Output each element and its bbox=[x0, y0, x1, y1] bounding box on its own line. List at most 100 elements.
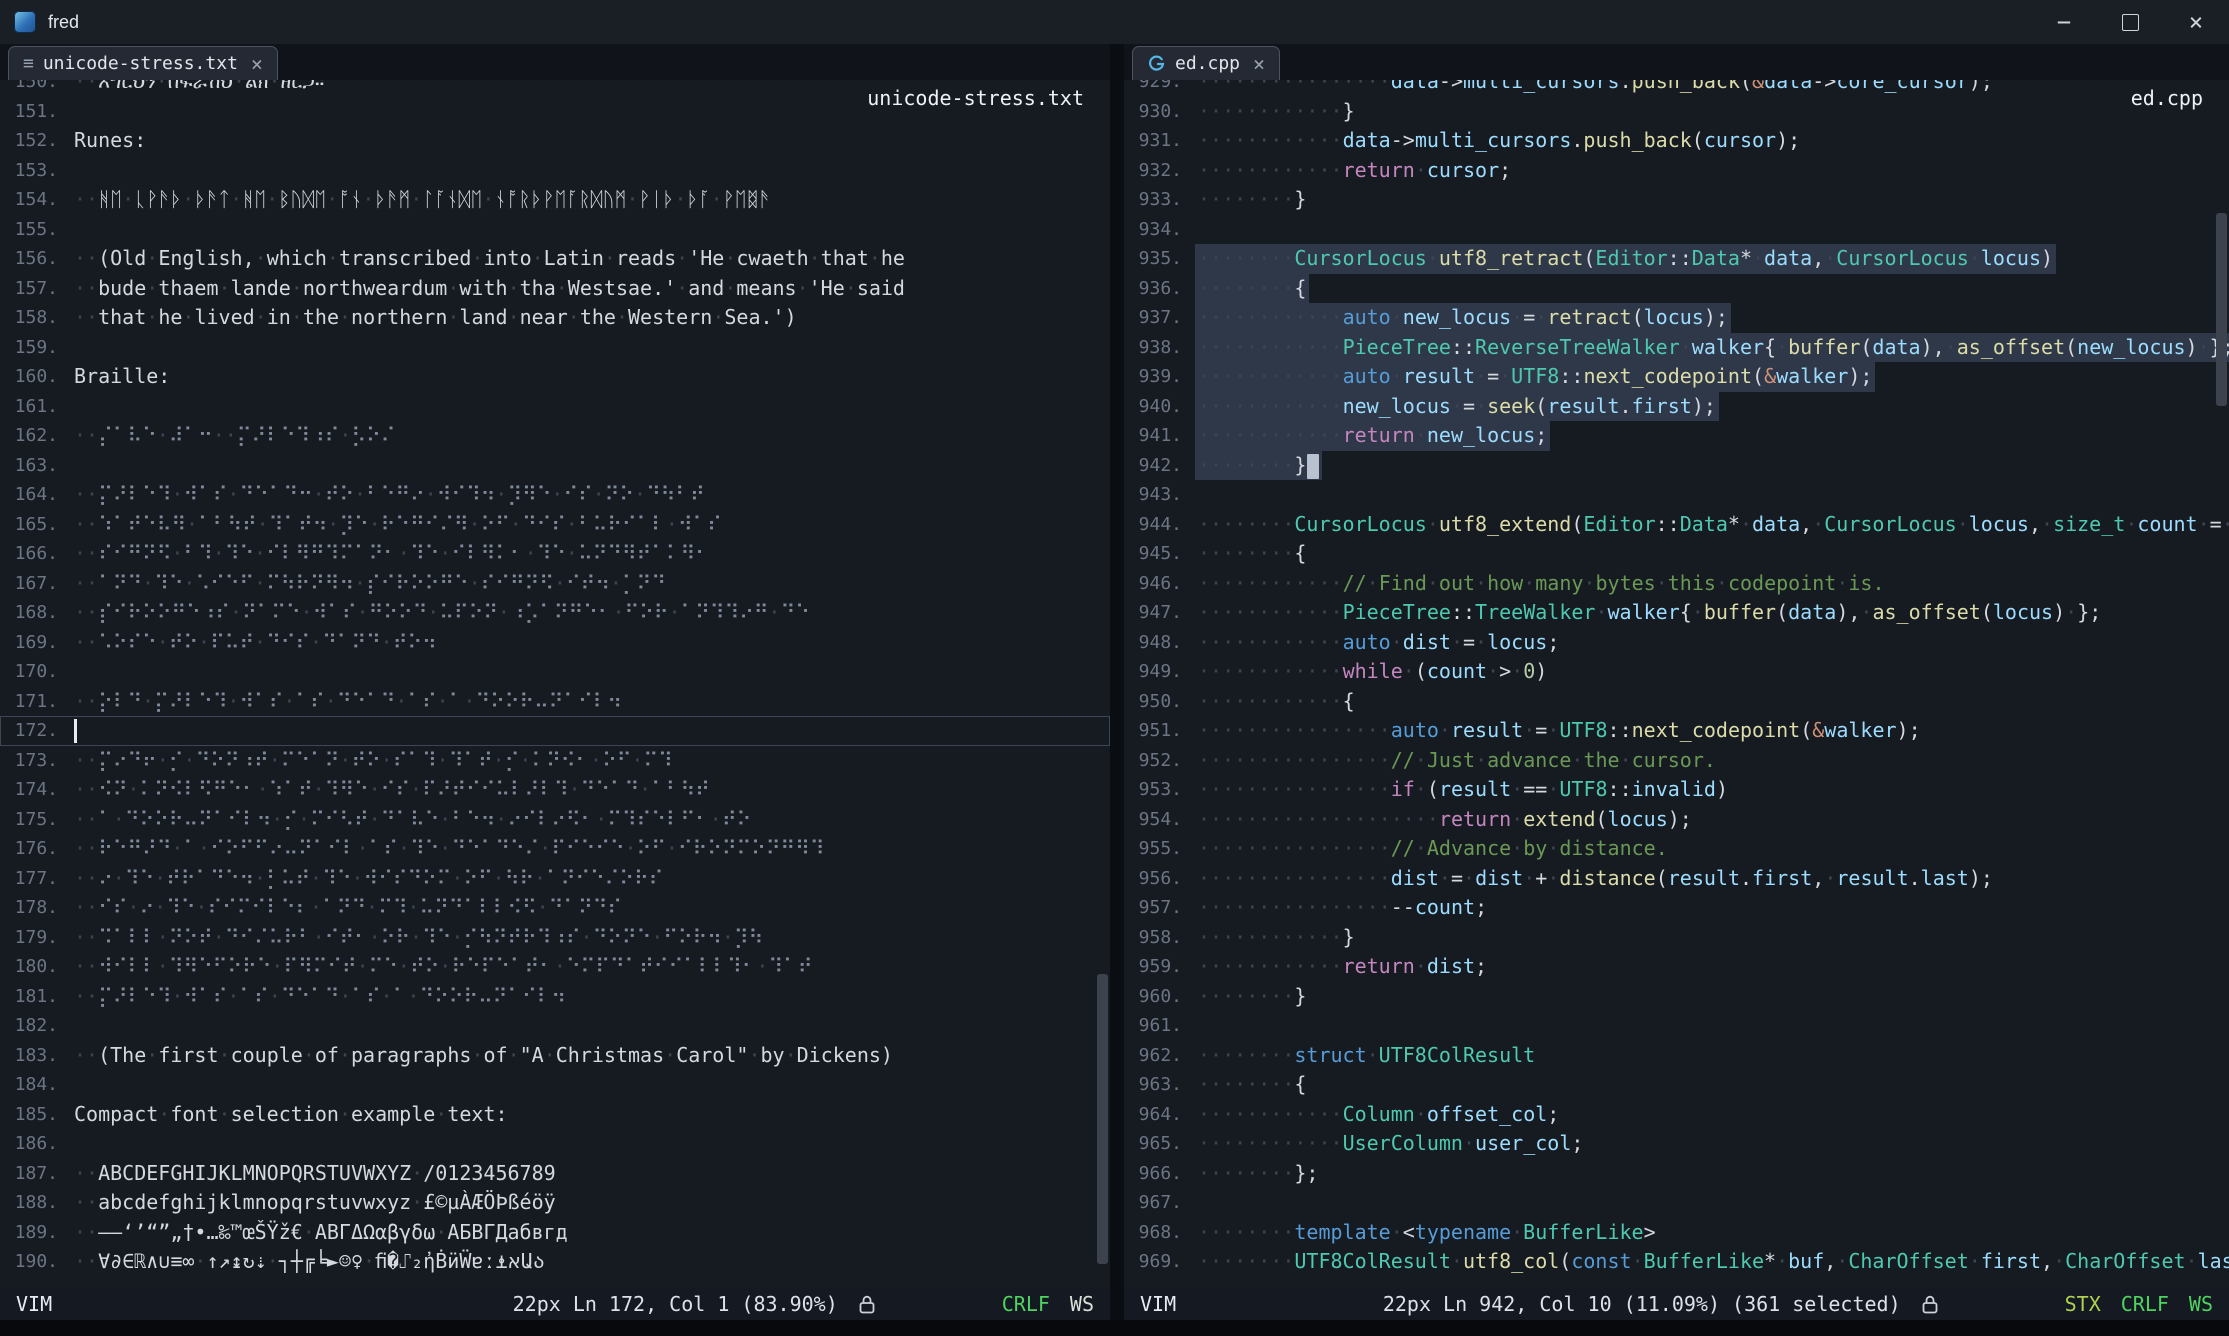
editor-line[interactable]: 160.Braille: bbox=[0, 362, 1110, 392]
line-number[interactable]: 940. bbox=[1124, 392, 1191, 422]
line-number[interactable]: 173. bbox=[0, 746, 67, 776]
line-number[interactable]: 156. bbox=[0, 244, 67, 274]
editor-line[interactable]: 938.············PieceTree::ReverseTreeWa… bbox=[1124, 333, 2229, 363]
line-number[interactable]: 964. bbox=[1124, 1100, 1191, 1130]
editor-line[interactable]: 159. bbox=[0, 333, 1110, 363]
editor-line[interactable]: 157.··bude·thaem·lande·northweardum·with… bbox=[0, 274, 1110, 304]
line-number[interactable]: 946. bbox=[1124, 569, 1191, 599]
editor-line[interactable]: 967. bbox=[1124, 1188, 2229, 1218]
editor-line[interactable]: 964.············Column·offset_col; bbox=[1124, 1100, 2229, 1130]
pane-divider[interactable] bbox=[1110, 44, 1124, 1320]
left-scrollbar-thumb[interactable] bbox=[1097, 974, 1108, 1264]
editor-line[interactable]: 153. bbox=[0, 156, 1110, 186]
line-number[interactable]: 952. bbox=[1124, 746, 1191, 776]
line-number[interactable]: 967. bbox=[1124, 1188, 1191, 1218]
line-number[interactable]: 939. bbox=[1124, 362, 1191, 392]
line-number[interactable]: 951. bbox=[1124, 716, 1191, 746]
editor-line[interactable]: 182. bbox=[0, 1011, 1110, 1041]
line-number[interactable]: 166. bbox=[0, 539, 67, 569]
line-number[interactable]: 969. bbox=[1124, 1247, 1191, 1277]
line-number[interactable]: 929. bbox=[1124, 80, 1191, 97]
editor-line[interactable]: 167.··⠁⠝⠙·⠹⠑·⠡⠊⠑⠋·⠍⠳⠗⠝⠻⠲·⡎⠊⠗⠕⠕⠛⠑·⠎⠊⠛⠝⠫·⠊… bbox=[0, 569, 1110, 599]
line-number[interactable]: 944. bbox=[1124, 510, 1191, 540]
editor-line[interactable]: 184. bbox=[0, 1070, 1110, 1100]
editor-line[interactable]: 959.············return·dist; bbox=[1124, 952, 2229, 982]
editor-line[interactable]: 180.··⠺⠊⠇⠇·⠹⠻⠑⠋⠕⠗⠑·⠏⠻⠍⠊⠞·⠍⠑·⠞⠕·⠗⠑⠏⠑⠁⠞⠂·⠑… bbox=[0, 952, 1110, 982]
line-number[interactable]: 943. bbox=[1124, 480, 1191, 510]
line-number[interactable]: 960. bbox=[1124, 982, 1191, 1012]
editor-line[interactable]: 173.··⡍⠔⠙⠖·⡊·⠙⠕⠝⠰⠞·⠍⠑⠁⠝·⠞⠕·⠎⠁⠹·⠹⠁⠞·⡊·⠅⠝⠪… bbox=[0, 746, 1110, 776]
editor-line[interactable]: 190.··∀∂∈ℝ∧∪≡∞·↑↗↨↻⇣·┐┼╔╘►☺♀·ﬁ�⑀₂ἠḂӥẄɐː⍎… bbox=[0, 1247, 1110, 1277]
tab-unicode-stress-txt[interactable]: ≡ unicode-stress.txt × bbox=[8, 46, 278, 80]
line-number[interactable]: 150. bbox=[0, 80, 67, 97]
line-number[interactable]: 151. bbox=[0, 97, 67, 127]
line-number[interactable]: 937. bbox=[1124, 303, 1191, 333]
editor-line[interactable]: 171.··⡕⠇⠙·⡍⠜⠇⠑⠹·⠺⠁⠎·⠁⠎·⠙⠑⠁⠙·⠁⠎·⠁·⠙⠕⠕⠗⠤⠝⠁… bbox=[0, 687, 1110, 717]
line-number[interactable]: 164. bbox=[0, 480, 67, 510]
editor-line[interactable]: 930.············} bbox=[1124, 97, 2229, 127]
editor-line[interactable]: 188.··abcdefghijklmnopqrstuvwxyz·£©µÀÆÖÞ… bbox=[0, 1188, 1110, 1218]
editor-line[interactable]: 962.········struct·UTF8ColResult bbox=[1124, 1041, 2229, 1071]
line-number[interactable]: 933. bbox=[1124, 185, 1191, 215]
tab-ed-cpp[interactable]: ed.cpp × bbox=[1132, 46, 1280, 80]
editor-line[interactable]: 932.············return·cursor; bbox=[1124, 156, 2229, 186]
editor-line[interactable]: 175.··⠁·⠙⠕⠕⠗⠤⠝⠁⠊⠇⠲·⡊·⠍⠊⠣⠞·⠙⠁⠧⠑·⠃⠑⠲·⠔⠊⠇⠔⠫… bbox=[0, 805, 1110, 835]
editor-line[interactable]: 946.············//·Find·out·how·many·byt… bbox=[1124, 569, 2229, 599]
line-number[interactable]: 176. bbox=[0, 834, 67, 864]
editor-line[interactable]: 154.··ᚻᛖ·ᚳᚹᚫᚦ·ᚦᚫᛏ·ᚻᛖ·ᛒᚢᛞᛖ·ᚩᚾ·ᚦᚫᛗ·ᛚᚪᚾᛞᛖ·ᚾ… bbox=[0, 185, 1110, 215]
line-number[interactable]: 957. bbox=[1124, 893, 1191, 923]
editor-line[interactable]: 940.············new_locus·=·seek(result.… bbox=[1124, 392, 2229, 422]
editor-line[interactable]: 949.············while·(count·>·0) bbox=[1124, 657, 2229, 687]
line-number[interactable]: 155. bbox=[0, 215, 67, 245]
line-number[interactable]: 152. bbox=[0, 126, 67, 156]
line-number[interactable]: 171. bbox=[0, 687, 67, 717]
editor-line[interactable]: 176.··⠗⠑⠛⠜⠙·⠁·⠊⠕⠋⠋⠔⠤⠝⠁⠊⠇·⠁⠎·⠹⠑·⠙⠑⠁⠙⠑⠌·⠏⠊… bbox=[0, 834, 1110, 864]
editor-line[interactable]: 944.········CursorLocus·utf8_extend(Edit… bbox=[1124, 510, 2229, 540]
line-number[interactable]: 180. bbox=[0, 952, 67, 982]
lock-icon[interactable] bbox=[1921, 1294, 1939, 1315]
line-number[interactable]: 958. bbox=[1124, 923, 1191, 953]
editor-line[interactable]: 156.··(Old·English,·which·transcribed·in… bbox=[0, 244, 1110, 274]
line-number[interactable]: 167. bbox=[0, 569, 67, 599]
editor-line[interactable]: 968.········template·<typename·BufferLik… bbox=[1124, 1218, 2229, 1248]
editor-line[interactable]: 185.Compact·font·selection·example·text: bbox=[0, 1100, 1110, 1130]
line-number[interactable]: 954. bbox=[1124, 805, 1191, 835]
left-editor-viewport[interactable]: 150.··እግርህን·በፍራሽህ·ልክ·ዘርጋ።151.152.Runes:1… bbox=[0, 80, 1110, 1288]
editor-line[interactable]: 969.········UTF8ColResult·utf8_col(const… bbox=[1124, 1247, 2229, 1277]
status-badge-crlf[interactable]: CRLF bbox=[2121, 1292, 2169, 1316]
line-number[interactable]: 188. bbox=[0, 1188, 67, 1218]
line-number[interactable]: 935. bbox=[1124, 244, 1191, 274]
editor-line[interactable]: 960.········} bbox=[1124, 982, 2229, 1012]
editor-line[interactable]: 181.··⡍⠜⠇⠑⠹·⠺⠁⠎·⠁⠎·⠙⠑⠁⠙·⠁⠎·⠁·⠙⠕⠕⠗⠤⠝⠁⠊⠇⠲ bbox=[0, 982, 1110, 1012]
editor-line[interactable]: 958.············} bbox=[1124, 923, 2229, 953]
editor-line[interactable]: 956.················dist·=·dist·+·distan… bbox=[1124, 864, 2229, 894]
editor-line[interactable]: 934. bbox=[1124, 215, 2229, 245]
editor-line[interactable]: 152.Runes: bbox=[0, 126, 1110, 156]
editor-line[interactable]: 954.····················return·extend(lo… bbox=[1124, 805, 2229, 835]
editor-line[interactable]: 935.········CursorLocus·utf8_retract(Edi… bbox=[1124, 244, 2229, 274]
line-number[interactable]: 965. bbox=[1124, 1129, 1191, 1159]
editor-line[interactable]: 936.········{ bbox=[1124, 274, 2229, 304]
line-number[interactable]: 936. bbox=[1124, 274, 1191, 304]
editor-line[interactable]: 168.··⡎⠊⠗⠕⠕⠛⠑⠰⠎·⠝⠁⠍⠑·⠺⠁⠎·⠛⠕⠕⠙·⠥⠏⠕⠝·⠰⡡⠁⠝⠛… bbox=[0, 598, 1110, 628]
editor-line[interactable]: 158.··that·he·lived·in·the·northern·land… bbox=[0, 303, 1110, 333]
line-number[interactable]: 190. bbox=[0, 1247, 67, 1277]
line-number[interactable]: 162. bbox=[0, 421, 67, 451]
status-badge-ws[interactable]: WS bbox=[1070, 1292, 1094, 1316]
line-number[interactable]: 165. bbox=[0, 510, 67, 540]
editor-line[interactable]: 965.············UserColumn·user_col; bbox=[1124, 1129, 2229, 1159]
line-number[interactable]: 154. bbox=[0, 185, 67, 215]
editor-line[interactable]: 164.··⡍⠜⠇⠑⠹·⠺⠁⠎·⠙⠑⠁⠙⠒·⠞⠕·⠃⠑⠛⠔·⠺⠊⠹⠲·⡹⠻⠑·⠊… bbox=[0, 480, 1110, 510]
line-number[interactable]: 966. bbox=[1124, 1159, 1191, 1189]
maximize-button[interactable] bbox=[2097, 0, 2163, 44]
right-editor-viewport[interactable]: 929.················data->multi_cursors.… bbox=[1124, 80, 2229, 1288]
line-number[interactable]: 961. bbox=[1124, 1011, 1191, 1041]
line-number[interactable]: 945. bbox=[1124, 539, 1191, 569]
editor-line[interactable]: 929.················data->multi_cursors.… bbox=[1124, 80, 2229, 97]
line-number[interactable]: 183. bbox=[0, 1041, 67, 1071]
editor-line[interactable]: 957.················--count; bbox=[1124, 893, 2229, 923]
close-button[interactable]: × bbox=[2163, 0, 2229, 44]
line-number[interactable]: 931. bbox=[1124, 126, 1191, 156]
status-badge-stx[interactable]: STX bbox=[2065, 1292, 2101, 1316]
editor-line[interactable]: 933.········} bbox=[1124, 185, 2229, 215]
